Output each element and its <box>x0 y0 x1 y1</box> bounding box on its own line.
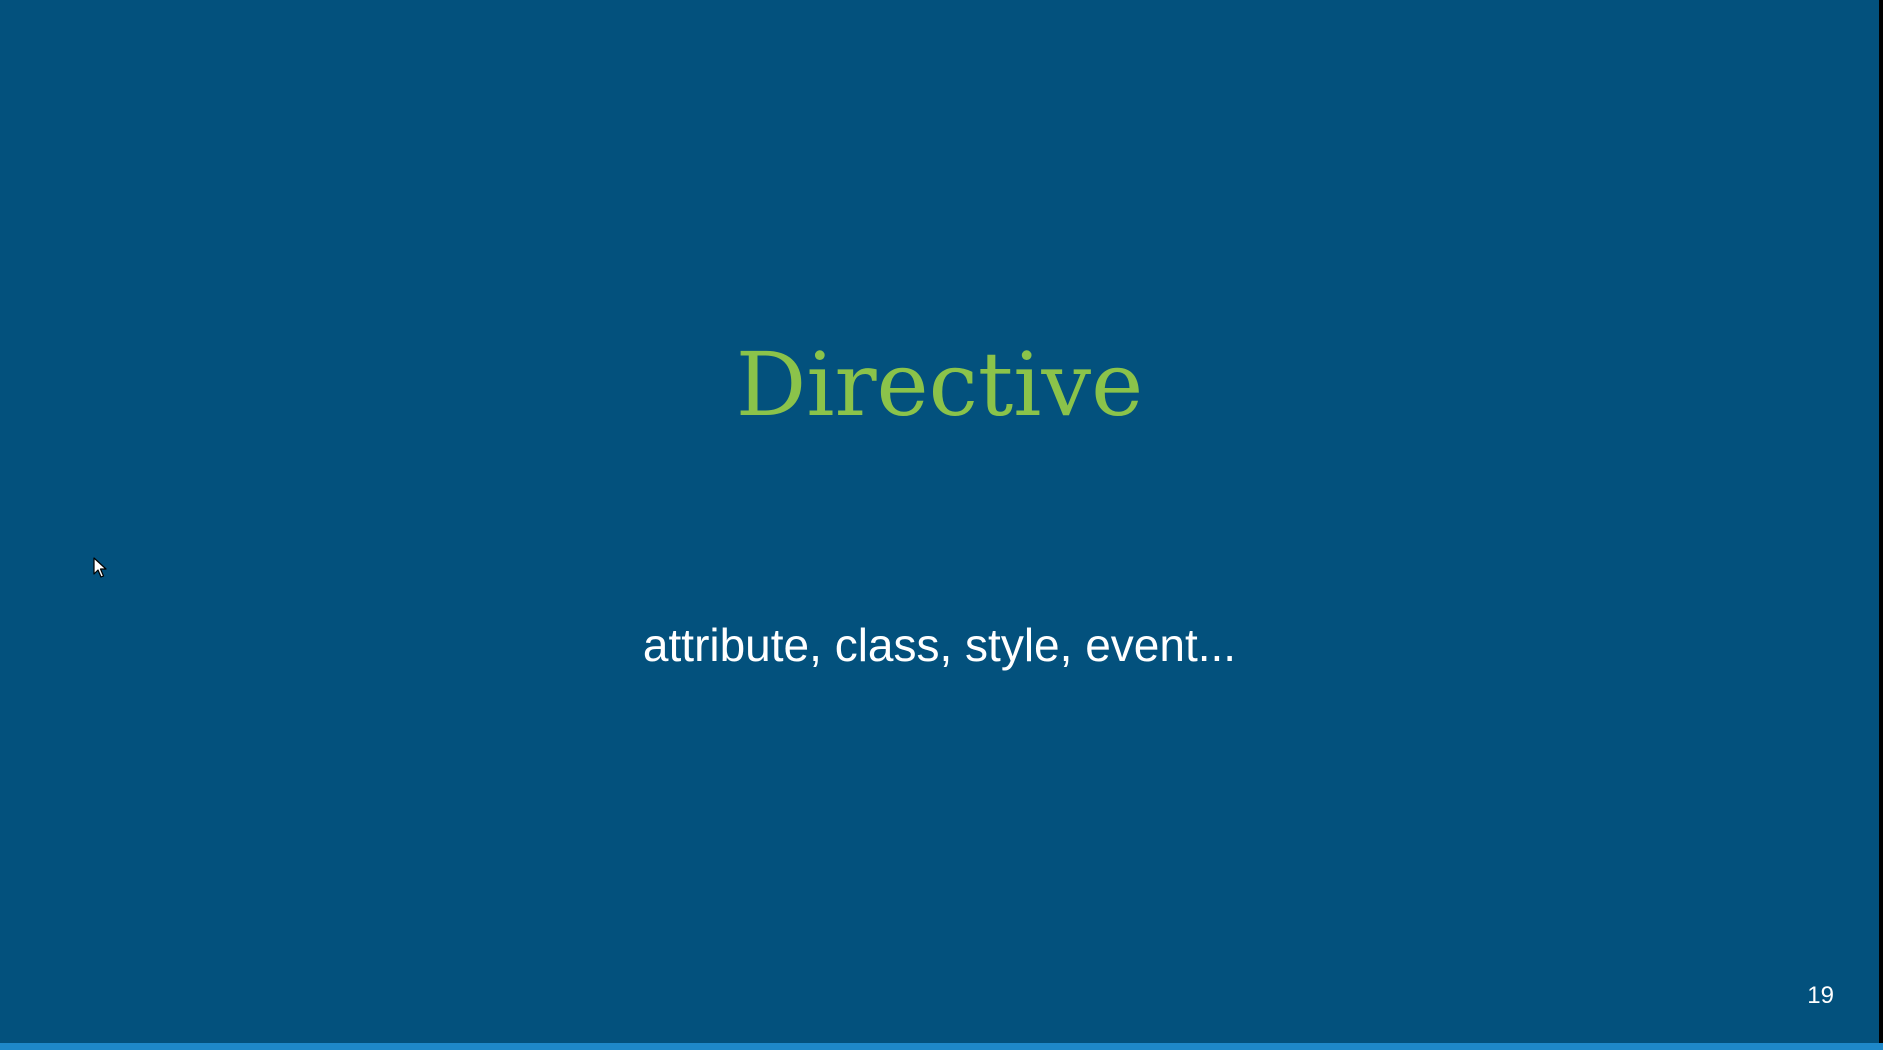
slide-title: Directive <box>735 333 1144 436</box>
mouse-pointer-icon <box>93 557 107 578</box>
slide-subtitle: attribute, class, style, event... <box>642 619 1237 671</box>
slide-progress-fill <box>0 1043 1883 1050</box>
page-number: 19 <box>1807 982 1834 1009</box>
slide-progress-bar <box>0 1043 1883 1050</box>
slide[interactable]: Directive attribute, class, style, event… <box>0 0 1879 1043</box>
presentation-viewport: Directive attribute, class, style, event… <box>0 0 1883 1050</box>
